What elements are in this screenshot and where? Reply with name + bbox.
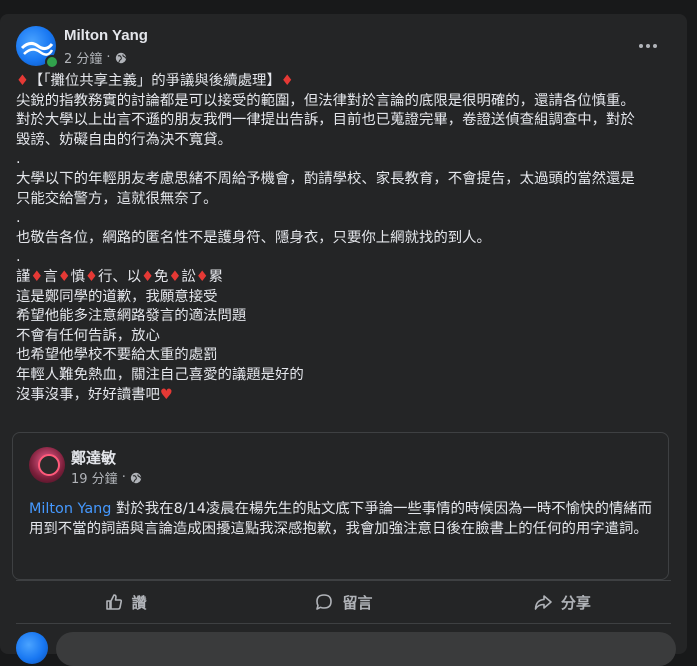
more-dot-icon [653,44,657,48]
post-timestamp[interactable]: 2 分鐘 [64,48,102,67]
body-line: 大學以下的年輕朋友考慮思緒不周給予機會，酌請學校、家長教育，不會提告，太過頭的當… [16,170,635,187]
post-title-line: ♦【「攤位共享主義」的爭議與後續處理】♦ [16,72,676,92]
red-diamond-icon: ♦ [280,73,294,89]
body-line: . [16,151,21,168]
shared-post-timestamp[interactable]: 19 分鐘 [71,468,118,487]
motto-line: 謹♦言♦慎♦行、以♦免♦訟♦累 [16,268,676,288]
motto-word: 免 [154,268,169,285]
body-line: 年輕人難免熱血，關注自己喜愛的議題是好的 [16,366,304,383]
thumbs-up-icon [105,594,122,610]
post-actions-bar: 讚 留言 分享 [16,582,671,622]
actions-divider [16,580,671,581]
red-diamond-icon: ♦ [85,268,98,285]
globe-icon [130,472,142,483]
post-body: ♦【「攤位共享主義」的爭議與後續處理】♦ 尖銳的指教務實的討論都是可以接受的範圍… [16,72,676,405]
post-meta: 2 分鐘 · [64,48,127,67]
motto-word: 慎 [70,268,86,285]
body-line: . [16,249,21,266]
comment-label: 留言 [342,593,373,612]
share-button[interactable]: 分享 [453,582,671,622]
body-line: 對於大學以上出言不遜的朋友我們一律提出告訴，目前也已蒐證完畢，卷證送偵查組調查中… [16,112,635,129]
comment-button[interactable]: 留言 [234,582,452,622]
post-card: Milton Yang 2 分鐘 · ♦【「攤位共享主義」的爭議與後續處理】♦ … [0,14,687,666]
red-diamond-icon: ♦ [195,268,209,285]
red-heart-icon: ♥ [159,386,173,403]
comment-composer [16,632,676,666]
user-mention-link[interactable]: Milton Yang [29,501,111,517]
more-dot-icon [639,44,643,48]
body-line: 這是鄭同學的道歉，我願意接受 [16,288,218,305]
more-options-button[interactable] [630,28,666,64]
more-dot-icon [646,44,650,48]
shared-author-name[interactable]: 鄭達敏 [71,447,116,468]
globe-icon [115,52,126,63]
red-diamond-icon: ♦ [168,268,182,285]
current-user-avatar[interactable] [16,632,48,664]
body-line: 只能交給警方，這就很無奈了。 [16,190,218,207]
red-diamond-icon: ♦ [16,73,29,89]
comment-bubble-icon [316,594,333,610]
body-line: 不會有任何告訴，放心 [16,327,160,344]
motto-word: 謹 [16,268,31,285]
body-line: 毀謗、妨礙自由的行為決不寬貸。 [16,131,232,148]
body-line: 也希望他學校不要給太重的處罰 [16,347,218,364]
share-label: 分享 [560,593,591,612]
shared-post[interactable]: 鄭達敏 19 分鐘 · Milton Yang 對於我在8/14凌晨在楊先生的貼… [12,432,669,580]
body-line: 尖銳的指教務實的討論都是可以接受的範圍，但法律對於言論的底限是很明確的，還請各位… [16,92,635,109]
motto-word: 言 [43,268,58,285]
closing-line: 沒事沒事，好好讀書吧♥ [16,386,676,406]
like-label: 讚 [131,593,147,612]
shared-post-body: 對於我在8/14凌晨在楊先生的貼文底下爭論一些事情的時候因為一時不愉快的情緒而用… [29,501,653,537]
shared-post-text: Milton Yang 對於我在8/14凌晨在楊先生的貼文底下爭論一些事情的時候… [29,499,657,539]
red-diamond-icon: ♦ [30,268,44,285]
red-diamond-icon: ♦ [57,268,71,285]
online-status-indicator [45,55,59,69]
body-line: 也敬告各位，網路的匿名性不是護身符、隱身衣，只要你上網就找的到人。 [16,229,491,246]
motto-word: 累 [208,268,224,285]
share-arrow-icon [534,595,552,610]
comment-input[interactable] [56,632,676,666]
like-button[interactable]: 讚 [16,582,234,622]
body-line: 希望他能多注意網路發言的適法問題 [16,308,247,325]
motto-word: 訟 [181,268,196,285]
post-title: 【「攤位共享主義」的爭議與後續處理】 [28,73,281,89]
comment-divider [16,623,671,624]
post-header: Milton Yang 2 分鐘 · [16,26,676,70]
shared-author-avatar[interactable] [29,447,65,483]
closing-text: 沒事沒事，好好讀書吧 [16,386,160,403]
motto-word: 行、以 [97,268,142,285]
body-line: . [16,210,21,227]
red-diamond-icon: ♦ [141,268,155,285]
post-author-name[interactable]: Milton Yang [64,27,148,44]
shared-post-meta: 19 分鐘 · [71,468,142,487]
